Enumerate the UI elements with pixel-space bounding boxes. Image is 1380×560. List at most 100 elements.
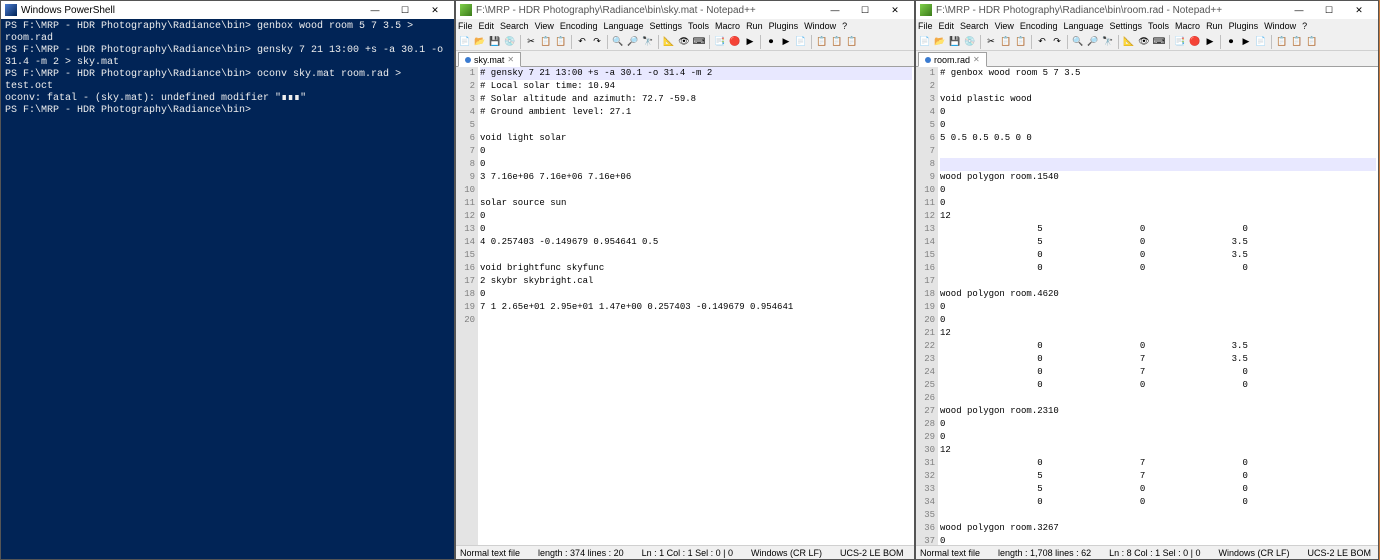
npp-menubar[interactable]: FileEditSearchViewEncodingLanguageSettin… [456,19,914,33]
toolbar-icon[interactable]: ⌨ [1152,35,1166,49]
code-line[interactable]: 4 0.257403 -0.149679 0.954641 0.5 [480,236,912,249]
toolbar-icon[interactable]: 🔍 [1071,35,1085,49]
code-line[interactable]: # gensky 7 21 13:00 +s -a 30.1 -o 31.4 -… [480,67,912,80]
code-line[interactable]: 0 [480,158,912,171]
toolbar-icon[interactable]: 📋 [539,35,553,49]
menu-window[interactable]: Window [1264,21,1296,31]
toolbar-icon[interactable]: 📄 [918,35,932,49]
menu-macro[interactable]: Macro [715,21,740,31]
menu-search[interactable]: Search [960,21,989,31]
maximize-button[interactable]: ☐ [390,1,420,19]
code-line[interactable]: void plastic wood [940,93,1376,106]
code-line[interactable]: 0 [940,301,1376,314]
tab-roomrad[interactable]: room.rad ✕ [918,52,987,67]
npp-toolbar[interactable]: 📄📂💾💿✂📋📋↶↷🔍🔎🔭📐👁⌨📑🔴▶⏺▶📄📋📋📋 [456,33,914,51]
menu-view[interactable]: View [535,21,554,31]
code-line[interactable] [480,249,912,262]
toolbar-icon[interactable]: ↷ [1050,35,1064,49]
menu-?[interactable]: ? [1302,21,1307,31]
code-line[interactable]: 0 7 3.5 [940,353,1376,366]
menu-plugins[interactable]: Plugins [769,21,799,31]
menu-run[interactable]: Run [746,21,763,31]
code-line[interactable] [940,158,1376,171]
toolbar-icon[interactable]: 💿 [963,35,977,49]
npp-toolbar[interactable]: 📄📂💾💿✂📋📋↶↷🔍🔎🔭📐👁⌨📑🔴▶⏺▶📄📋📋📋 [916,33,1378,51]
menu-settings[interactable]: Settings [1110,21,1143,31]
toolbar-icon[interactable]: 🔎 [626,35,640,49]
code-line[interactable]: void light solar [480,132,912,145]
menu-plugins[interactable]: Plugins [1229,21,1259,31]
menu-edit[interactable]: Edit [479,21,495,31]
code-line[interactable] [480,119,912,132]
code-area[interactable]: # gensky 7 21 13:00 +s -a 30.1 -o 31.4 -… [478,67,914,545]
toolbar-icon[interactable]: 📄 [458,35,472,49]
toolbar-icon[interactable]: ✂ [524,35,538,49]
menu-language[interactable]: Language [603,21,643,31]
menu-encoding[interactable]: Encoding [560,21,598,31]
code-line[interactable]: 0 [940,197,1376,210]
toolbar-icon[interactable]: 💾 [948,35,962,49]
code-line[interactable] [940,275,1376,288]
code-line[interactable]: 5 0.5 0.5 0.5 0 0 [940,132,1376,145]
toolbar-icon[interactable]: 📄 [1254,35,1268,49]
toolbar-icon[interactable]: 👁 [677,35,691,49]
code-line[interactable] [940,509,1376,522]
code-line[interactable]: 5 7 0 [940,470,1376,483]
menu-file[interactable]: File [918,21,933,31]
toolbar-icon[interactable]: 💾 [488,35,502,49]
menu-encoding[interactable]: Encoding [1020,21,1058,31]
maximize-button[interactable]: ☐ [850,1,880,19]
toolbar-icon[interactable]: ✂ [984,35,998,49]
code-line[interactable]: 3 7.16e+06 7.16e+06 7.16e+06 [480,171,912,184]
toolbar-icon[interactable]: 📋 [845,35,859,49]
menu-edit[interactable]: Edit [939,21,955,31]
toolbar-icon[interactable]: 📄 [794,35,808,49]
menu-view[interactable]: View [995,21,1014,31]
toolbar-icon[interactable]: 📋 [554,35,568,49]
code-line[interactable]: 0 [480,210,912,223]
code-line[interactable]: wood polygon room.2310 [940,405,1376,418]
menu-window[interactable]: Window [804,21,836,31]
code-line[interactable]: 0 0 0 [940,262,1376,275]
toolbar-icon[interactable]: ▶ [779,35,793,49]
toolbar-icon[interactable]: 📑 [713,35,727,49]
toolbar-icon[interactable]: 🔴 [728,35,742,49]
code-line[interactable]: 5 0 0 [940,223,1376,236]
code-line[interactable]: 5 0 0 [940,483,1376,496]
code-line[interactable]: 0 7 0 [940,457,1376,470]
code-line[interactable]: 0 7 0 [940,366,1376,379]
close-tab-icon[interactable]: ✕ [507,55,514,64]
toolbar-icon[interactable]: ▶ [743,35,757,49]
toolbar-icon[interactable]: 💿 [503,35,517,49]
toolbar-icon[interactable]: ▶ [1203,35,1217,49]
menu-macro[interactable]: Macro [1175,21,1200,31]
code-line[interactable]: 0 [940,535,1376,545]
toolbar-icon[interactable]: ⏺ [1224,35,1238,49]
code-line[interactable]: 0 0 3.5 [940,340,1376,353]
code-line[interactable]: # Local solar time: 10.94 [480,80,912,93]
menu-file[interactable]: File [458,21,473,31]
code-line[interactable]: wood polygon room.3267 [940,522,1376,535]
code-line[interactable]: solar source sun [480,197,912,210]
close-tab-icon[interactable]: ✕ [973,55,980,64]
toolbar-icon[interactable]: 📋 [1275,35,1289,49]
code-line[interactable]: 12 [940,210,1376,223]
code-line[interactable]: wood polygon room.4620 [940,288,1376,301]
code-line[interactable]: wood polygon room.1540 [940,171,1376,184]
maximize-button[interactable]: ☐ [1314,1,1344,19]
code-line[interactable] [940,145,1376,158]
code-line[interactable]: 0 [940,106,1376,119]
code-line[interactable]: # genbox wood room 5 7 3.5 [940,67,1376,80]
code-line[interactable]: 0 [940,314,1376,327]
code-line[interactable]: # Ground ambient level: 27.1 [480,106,912,119]
code-line[interactable]: 0 [940,418,1376,431]
toolbar-icon[interactable]: ↷ [590,35,604,49]
code-line[interactable]: 0 0 0 [940,496,1376,509]
toolbar-icon[interactable]: 🔭 [1101,35,1115,49]
toolbar-icon[interactable]: ⌨ [692,35,706,49]
toolbar-icon[interactable]: 📐 [1122,35,1136,49]
code-line[interactable]: 0 [940,184,1376,197]
npp-titlebar[interactable]: F:\MRP - HDR Photography\Radiance\bin\ro… [916,1,1378,19]
toolbar-icon[interactable]: 📐 [662,35,676,49]
code-line[interactable]: 2 skybr skybright.cal [480,275,912,288]
